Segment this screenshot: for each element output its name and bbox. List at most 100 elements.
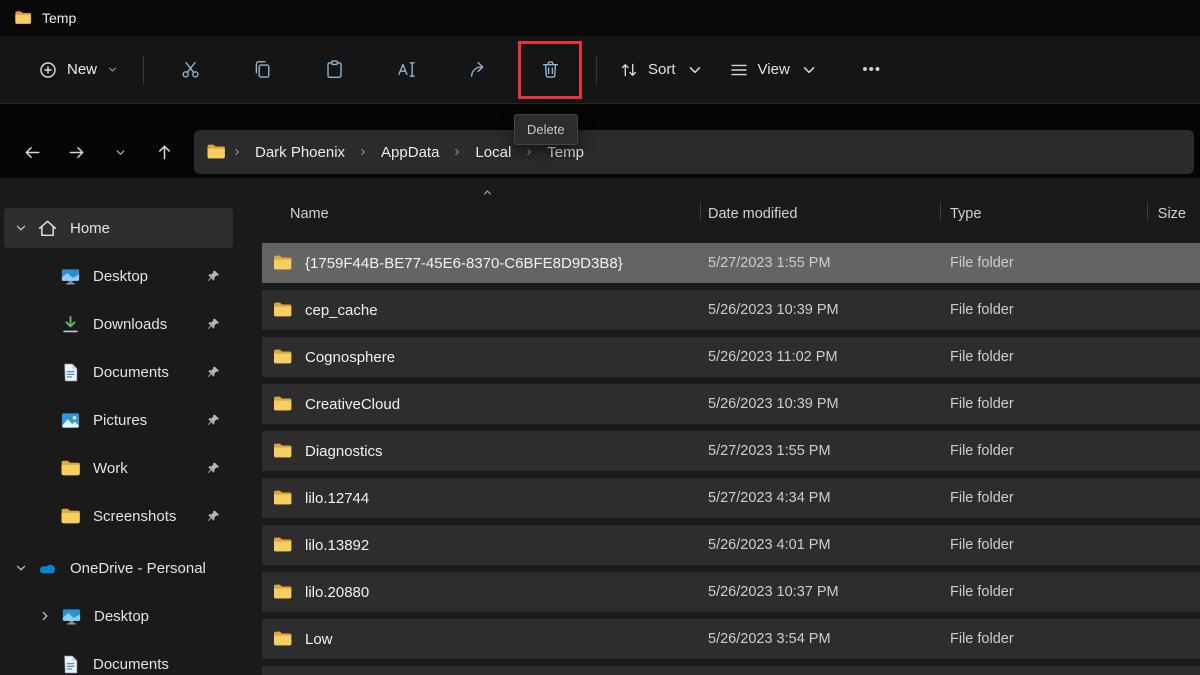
view-button[interactable]: View [717,48,831,92]
file-date-modified: 5/26/2023 10:39 PM [700,302,940,318]
file-date-modified: 5/26/2023 11:02 PM [700,349,940,365]
navigation-pane: Home Desktop Downloads Documents Picture… [0,178,237,675]
folder-icon [60,458,81,479]
paste-icon [324,59,345,80]
file-row[interactable]: lilo.13892 5/26/2023 4:01 PM File folder [262,525,1200,565]
delete-button[interactable] [527,47,573,93]
cut-button[interactable] [167,47,213,93]
sidebar-item-label: Desktop [93,268,148,285]
sidebar-item-onedrive-desktop[interactable]: Desktop [4,596,233,636]
folder-icon [272,488,293,508]
copy-button[interactable] [239,47,285,93]
sidebar-item-label: Documents [93,656,169,673]
share-icon [468,59,489,80]
documents-icon [60,362,81,383]
sidebar-item-label: Desktop [94,608,149,625]
sort-button[interactable]: Sort [607,48,717,92]
chevron-down-icon[interactable] [12,559,30,577]
sort-icon [619,60,639,80]
column-header-label: Type [950,206,981,222]
file-row[interactable]: lilo.12744 5/27/2023 4:34 PM File folder [262,478,1200,518]
pin-icon [206,317,221,332]
delete-tooltip: Delete [514,114,578,145]
file-row[interactable]: Low 5/26/2023 3:54 PM File folder [262,619,1200,659]
sidebar-item-desktop[interactable]: Desktop [4,256,233,296]
onedrive-icon [37,558,58,579]
rename-button[interactable] [383,47,429,93]
more-options-icon: ••• [862,61,881,78]
breadcrumb-item[interactable]: Local [466,140,520,165]
new-button-label: New [67,61,97,78]
share-button[interactable] [455,47,501,93]
back-button[interactable] [10,130,54,174]
folder-icon[interactable] [206,142,226,162]
sidebar-item-onedrive-documents[interactable]: Documents [4,644,233,675]
folder-icon [272,535,293,555]
file-row[interactable]: lilo.20880 5/26/2023 10:37 PM File folde… [262,572,1200,612]
file-type: File folder [940,302,1147,318]
sidebar-item-documents[interactable]: Documents [4,352,233,392]
sidebar-item-screenshots[interactable]: Screenshots [4,496,233,536]
file-type: File folder [940,631,1147,647]
sidebar-item-pictures[interactable]: Pictures [4,400,233,440]
sidebar-item-onedrive[interactable]: OneDrive - Personal [4,548,233,588]
column-header-size[interactable]: Size [1147,186,1200,232]
sidebar-item-work[interactable]: Work [4,448,233,488]
file-row[interactable]: CreativeCloud 5/26/2023 10:39 PM File fo… [262,384,1200,424]
rename-icon [396,59,417,80]
file-date-modified: 5/26/2023 10:37 PM [700,584,940,600]
content-area: Home Desktop Downloads Documents Picture… [0,178,1200,675]
file-name: lilo.13892 [305,537,369,554]
chevron-right-icon [451,146,463,158]
file-row[interactable]: cep_cache 5/26/2023 10:39 PM File folder [262,290,1200,330]
view-icon [729,60,749,80]
sidebar-item-downloads[interactable]: Downloads [4,304,233,344]
recent-locations-button[interactable] [98,130,142,174]
file-name: Cognosphere [305,349,395,366]
new-button[interactable]: New [24,48,133,92]
column-header-name[interactable]: Name [262,186,700,232]
column-header-date-modified[interactable]: Date modified [700,186,940,232]
file-row[interactable]: Cognosphere 5/26/2023 11:02 PM File fold… [262,337,1200,377]
titlebar: Temp [0,0,1200,36]
sidebar-item-home[interactable]: Home [4,208,233,248]
navigation-bar: Dark Phoenix AppData Local Temp [0,104,1200,178]
window-title: Temp [42,10,76,26]
chevron-down-icon [685,60,705,80]
file-row-partial[interactable] [262,666,1200,675]
chevron-right-icon[interactable] [36,607,54,625]
file-type: File folder [940,490,1147,506]
breadcrumb-item[interactable]: Dark Phoenix [246,140,354,165]
pin-icon [206,413,221,428]
pin-icon [206,365,221,380]
up-button[interactable] [142,130,186,174]
file-type: File folder [940,584,1147,600]
forward-arrow-icon [67,143,86,162]
command-bar: New Sort [0,36,1200,104]
chevron-down-icon [106,63,119,76]
breadcrumb-item[interactable]: AppData [372,140,448,165]
more-options-button[interactable]: ••• [849,47,895,93]
file-date-modified: 5/27/2023 4:34 PM [700,490,940,506]
file-name: CreativeCloud [305,396,400,413]
file-list-pane: Name Date modified Type Size {1759F44B-B… [237,178,1200,675]
forward-button[interactable] [54,130,98,174]
file-row[interactable]: {1759F44B-BE77-45E6-8370-C6BFE8D9D3B8} 5… [262,243,1200,283]
paste-button[interactable] [311,47,357,93]
documents-icon [60,654,81,675]
chevron-down-icon [799,60,819,80]
file-row[interactable]: Diagnostics 5/27/2023 1:55 PM File folde… [262,431,1200,471]
file-date-modified: 5/27/2023 1:55 PM [700,255,940,271]
folder-icon [272,347,293,367]
column-header-type[interactable]: Type [940,186,1147,232]
column-header-label: Date modified [708,206,797,222]
file-type: File folder [940,537,1147,553]
file-name: lilo.20880 [305,584,369,601]
chevron-down-icon[interactable] [12,219,30,237]
desktop-icon [61,606,82,627]
column-header-label: Name [290,206,329,222]
delete-icon [540,59,561,80]
file-name: cep_cache [305,302,378,319]
breadcrumb: Dark Phoenix AppData Local Temp [194,130,1194,174]
file-name: {1759F44B-BE77-45E6-8370-C6BFE8D9D3B8} [305,255,623,272]
